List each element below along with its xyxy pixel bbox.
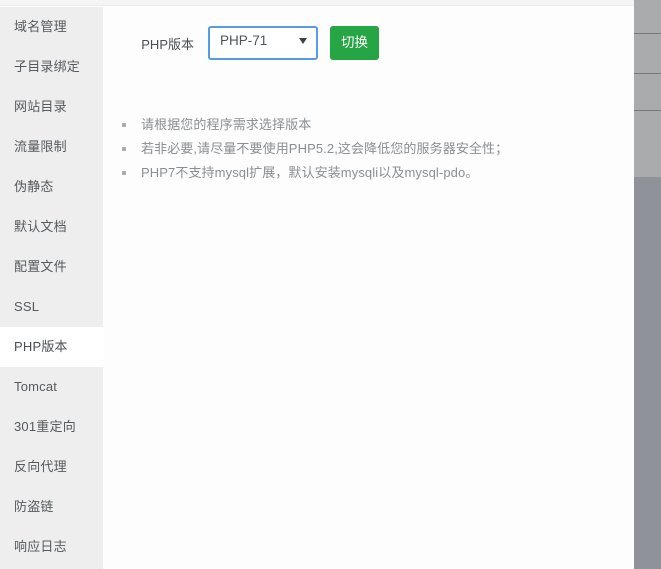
background-window-strip [634, 0, 661, 569]
sidebar: 域名管理 子目录绑定 网站目录 流量限制 伪静态 默认文档 配置文件 SSL P… [0, 7, 103, 569]
sidebar-item-label: 响应日志 [14, 539, 67, 554]
list-item: 请根据您的程序需求选择版本 [121, 113, 508, 137]
sidebar-item-config-file[interactable]: 配置文件 [0, 247, 103, 287]
sidebar-item-label: 配置文件 [14, 259, 67, 274]
sidebar-item-reverse-proxy[interactable]: 反向代理 [0, 447, 103, 487]
background-divider [634, 73, 661, 74]
sidebar-item-label: 默认文档 [14, 219, 67, 234]
php-version-select[interactable]: PHP-71 [208, 26, 318, 60]
php-version-label: PHP版本 [141, 36, 194, 52]
sidebar-item-php-version[interactable]: PHP版本 [0, 327, 103, 367]
background-window-upper [634, 0, 661, 177]
sidebar-item-label: 防盗链 [14, 499, 54, 514]
note-text: 若非必要,请尽量不要使用PHP5.2,这会降低您的服务器安全性； [141, 141, 509, 156]
note-text: 请根据您的程序需求选择版本 [141, 117, 312, 132]
php-version-select-value: PHP-71 [220, 33, 268, 48]
app-window: 域名管理 子目录绑定 网站目录 流量限制 伪静态 默认文档 配置文件 SSL P… [0, 0, 661, 569]
sidebar-item-anti-leech[interactable]: 防盗链 [0, 487, 103, 527]
sidebar-item-label: 子目录绑定 [14, 59, 81, 74]
sidebar-item-response-log[interactable]: 响应日志 [0, 527, 103, 567]
sidebar-item-label: 域名管理 [14, 19, 67, 34]
bullet-icon [122, 171, 126, 175]
sidebar-item-subdirectory-binding[interactable]: 子目录绑定 [0, 47, 103, 87]
sidebar-item-301-redirect[interactable]: 301重定向 [0, 407, 103, 447]
sidebar-item-traffic-limit[interactable]: 流量限制 [0, 127, 103, 167]
main-content: PHP版本 PHP-71 切换 请根据您的程序需求选择版本 若非必要,请尽量不要… [103, 7, 634, 569]
sidebar-item-tomcat[interactable]: Tomcat [0, 367, 103, 407]
sidebar-item-label: SSL [14, 299, 40, 314]
background-divider [634, 110, 661, 111]
note-text: PHP7不支持mysql扩展，默认安装mysqli以及mysql-pdo。 [141, 165, 479, 180]
sidebar-item-label: 伪静态 [14, 179, 54, 194]
sidebar-item-ssl[interactable]: SSL [0, 287, 103, 327]
switch-button[interactable]: 切换 [330, 26, 379, 60]
sidebar-item-rewrite[interactable]: 伪静态 [0, 167, 103, 207]
sidebar-item-label: 网站目录 [14, 99, 67, 114]
sidebar-item-label: Tomcat [14, 379, 58, 394]
sidebar-item-label: 反向代理 [14, 459, 67, 474]
sidebar-item-site-directory[interactable]: 网站目录 [0, 87, 103, 127]
sidebar-item-default-document[interactable]: 默认文档 [0, 207, 103, 247]
sidebar-item-label: 301重定向 [14, 419, 76, 434]
sidebar-item-label: 流量限制 [14, 139, 67, 154]
sidebar-item-label: PHP版本 [14, 339, 68, 354]
sidebar-item-domain-management[interactable]: 域名管理 [0, 7, 103, 47]
bullet-icon [122, 147, 126, 151]
php-version-notes-list: 请根据您的程序需求选择版本 若非必要,请尽量不要使用PHP5.2,这会降低您的服… [121, 113, 508, 185]
list-item: 若非必要,请尽量不要使用PHP5.2,这会降低您的服务器安全性； [121, 137, 508, 161]
list-item: PHP7不支持mysql扩展，默认安装mysqli以及mysql-pdo。 [121, 161, 508, 185]
bullet-icon [122, 123, 126, 127]
php-version-form-row: PHP版本 PHP-71 切换 [103, 26, 379, 60]
window-top-strip [0, 0, 634, 6]
background-divider [634, 33, 661, 34]
chevron-down-icon[interactable] [299, 38, 307, 44]
